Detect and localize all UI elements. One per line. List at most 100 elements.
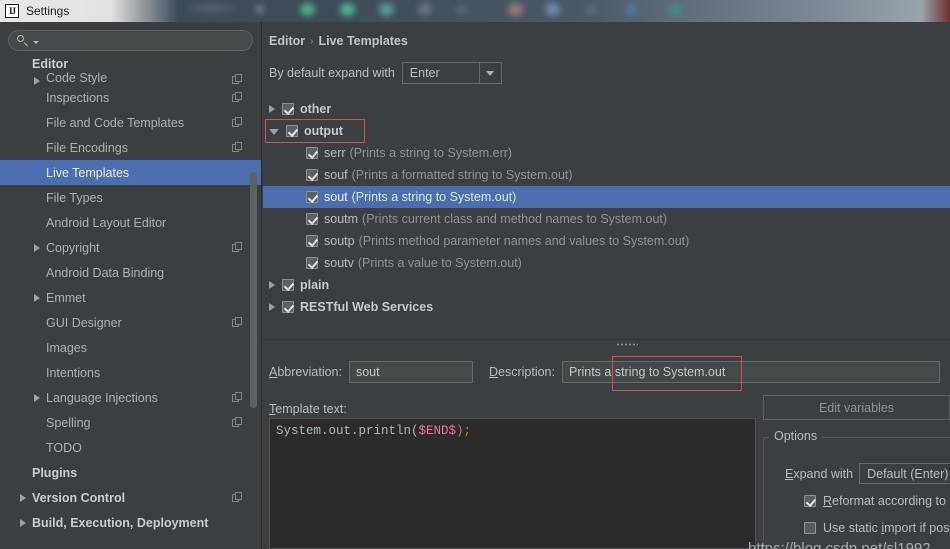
sidebar-item-label: Copyright [46, 240, 100, 255]
code-prefix: System.out.println( [276, 424, 419, 438]
template-row[interactable]: souf (Prints a formatted string to System… [263, 164, 950, 186]
template-checkbox[interactable] [286, 125, 298, 137]
sidebar-item-file-encodings[interactable]: File Encodings [0, 135, 261, 160]
checkbox-static-import[interactable] [804, 522, 816, 534]
abbreviation-input[interactable]: sout [348, 361, 473, 383]
sidebar-item-label: Version Control [32, 490, 126, 505]
sidebar-item-gui-designer[interactable]: GUI Designer [0, 310, 261, 335]
template-checkbox[interactable] [306, 213, 318, 225]
sidebar-scrollbar-thumb[interactable] [250, 172, 257, 408]
sidebar-item-plugins[interactable]: Plugins [0, 460, 261, 485]
template-group-row[interactable]: plain [263, 274, 950, 296]
settings-dialog-screenshot: IJ Settings Editor Code Style Inspections F… [0, 0, 950, 549]
chevron-right-icon[interactable] [34, 393, 40, 402]
sidebar-item-label: File Types [46, 190, 103, 205]
sidebar-item-editor[interactable]: Editor [0, 57, 261, 71]
window-title-bar: IJ Settings [0, 0, 178, 22]
sidebar-item-android-layout-editor[interactable]: Android Layout Editor [0, 210, 261, 235]
template-checkbox[interactable] [306, 257, 318, 269]
template-checkbox[interactable] [306, 235, 318, 247]
sidebar-item-todo[interactable]: TODO [0, 435, 261, 460]
template-checkbox[interactable] [306, 169, 318, 181]
option-reformat-label: Reformat according to s [823, 494, 950, 508]
sidebar-item-file-and-code-templates[interactable]: File and Code Templates [0, 110, 261, 135]
chevron-right-icon[interactable] [269, 281, 275, 289]
chevron-right-icon[interactable] [20, 518, 26, 527]
chevron-right-icon[interactable] [34, 293, 40, 302]
settings-sidebar: Editor Code Style Inspections File and Code… [0, 22, 262, 549]
template-group-row[interactable]: other [263, 98, 950, 120]
template-description: (Prints a value to System.out) [357, 256, 522, 270]
sidebar-item-code-style[interactable]: Code Style [0, 71, 261, 85]
template-checkbox[interactable] [282, 279, 294, 291]
option-reformat-row[interactable]: Reformat according to s [804, 494, 950, 508]
template-row[interactable]: soutm (Prints current class and method na… [263, 208, 950, 230]
chevron-right-icon[interactable] [34, 77, 40, 85]
copy-settings-icon[interactable] [232, 392, 243, 403]
option-static-import-row[interactable]: Use static import if poss [804, 521, 950, 535]
template-checkbox[interactable] [282, 301, 294, 313]
template-description: (Prints current class and method names t… [362, 212, 668, 226]
template-row[interactable]: soutv (Prints a value to System.out) [263, 252, 950, 274]
description-input[interactable]: Prints a string to System.out [561, 361, 940, 383]
copy-settings-icon[interactable] [232, 92, 243, 103]
sidebar-item-emmet[interactable]: Emmet [0, 285, 261, 310]
template-description: (Prints a string to System.out) [351, 190, 517, 204]
default-expand-combo[interactable]: Enter [401, 62, 502, 84]
option-static-import-label: Use static import if poss [823, 521, 950, 535]
default-expand-dropdown-button[interactable] [478, 63, 501, 83]
copy-settings-icon[interactable] [232, 74, 243, 85]
sidebar-item-label: Editor [32, 57, 69, 71]
sidebar-item-inspections[interactable]: Inspections [0, 85, 261, 110]
chevron-right-icon[interactable] [269, 303, 275, 311]
template-text-editor[interactable]: System.out.println($END$); [269, 418, 756, 549]
sidebar-item-intentions[interactable]: Intentions [0, 360, 261, 385]
search-icon [17, 34, 30, 47]
template-name: sout [324, 190, 348, 204]
chevron-right-icon[interactable] [269, 105, 275, 113]
copy-settings-icon[interactable] [232, 492, 243, 503]
sidebar-item-copyright[interactable]: Copyright [0, 235, 261, 260]
sidebar-item-android-data-binding[interactable]: Android Data Binding [0, 260, 261, 285]
sidebar-item-label: Emmet [46, 290, 86, 305]
search-box[interactable] [8, 30, 253, 51]
chevron-right-icon[interactable] [20, 493, 26, 502]
search-input[interactable] [39, 32, 244, 49]
live-templates-panel: Editor › Live Templates By default expan… [263, 22, 950, 549]
code-variable: $END$ [418, 424, 457, 438]
sidebar-item-images[interactable]: Images [0, 335, 261, 360]
intellij-logo-icon: IJ [5, 4, 19, 18]
sidebar-item-live-templates[interactable]: Live Templates [0, 160, 261, 185]
sidebar-item-spelling[interactable]: Spelling [0, 410, 261, 435]
sidebar-item-file-types[interactable]: File Types [0, 185, 261, 210]
template-checkbox[interactable] [306, 147, 318, 159]
sidebar-item-version-control[interactable]: Version Control [0, 485, 261, 510]
template-group-row[interactable]: output [263, 120, 950, 142]
chevron-right-icon[interactable] [34, 243, 40, 252]
breadcrumb-root[interactable]: Editor [269, 34, 305, 48]
template-row[interactable]: sout (Prints a string to System.out) [263, 186, 950, 208]
options-title: Options [769, 429, 823, 443]
sidebar-item-label: Intentions [46, 365, 101, 380]
template-checkbox[interactable] [306, 191, 318, 203]
template-checkbox[interactable] [282, 103, 294, 115]
sidebar-item-language-injections[interactable]: Language Injections [0, 385, 261, 410]
sidebar-item-label: File and Code Templates [46, 115, 185, 130]
copy-settings-icon[interactable] [232, 317, 243, 328]
sidebar-item-label: Language Injections [46, 390, 158, 405]
copy-settings-icon[interactable] [232, 417, 243, 428]
template-row[interactable]: serr (Prints a string to System.err) [263, 142, 950, 164]
checkbox-reformat[interactable] [804, 495, 816, 507]
edit-variables-button[interactable]: Edit variables [763, 395, 950, 420]
copy-settings-icon[interactable] [232, 242, 243, 253]
template-group-row[interactable]: RESTful Web Services [263, 296, 950, 318]
template-row[interactable]: soutp (Prints method parameter names and … [263, 230, 950, 252]
options-expand-combo[interactable]: Default (Enter) [859, 463, 950, 484]
panel-splitter[interactable] [263, 339, 950, 349]
copy-settings-icon[interactable] [232, 142, 243, 153]
chevron-down-icon[interactable] [269, 129, 279, 135]
sidebar-item-build-execution-deployment[interactable]: Build, Execution, Deployment [0, 510, 261, 535]
template-name: output [304, 124, 343, 138]
template-name: serr [324, 146, 346, 160]
copy-settings-icon[interactable] [232, 117, 243, 128]
